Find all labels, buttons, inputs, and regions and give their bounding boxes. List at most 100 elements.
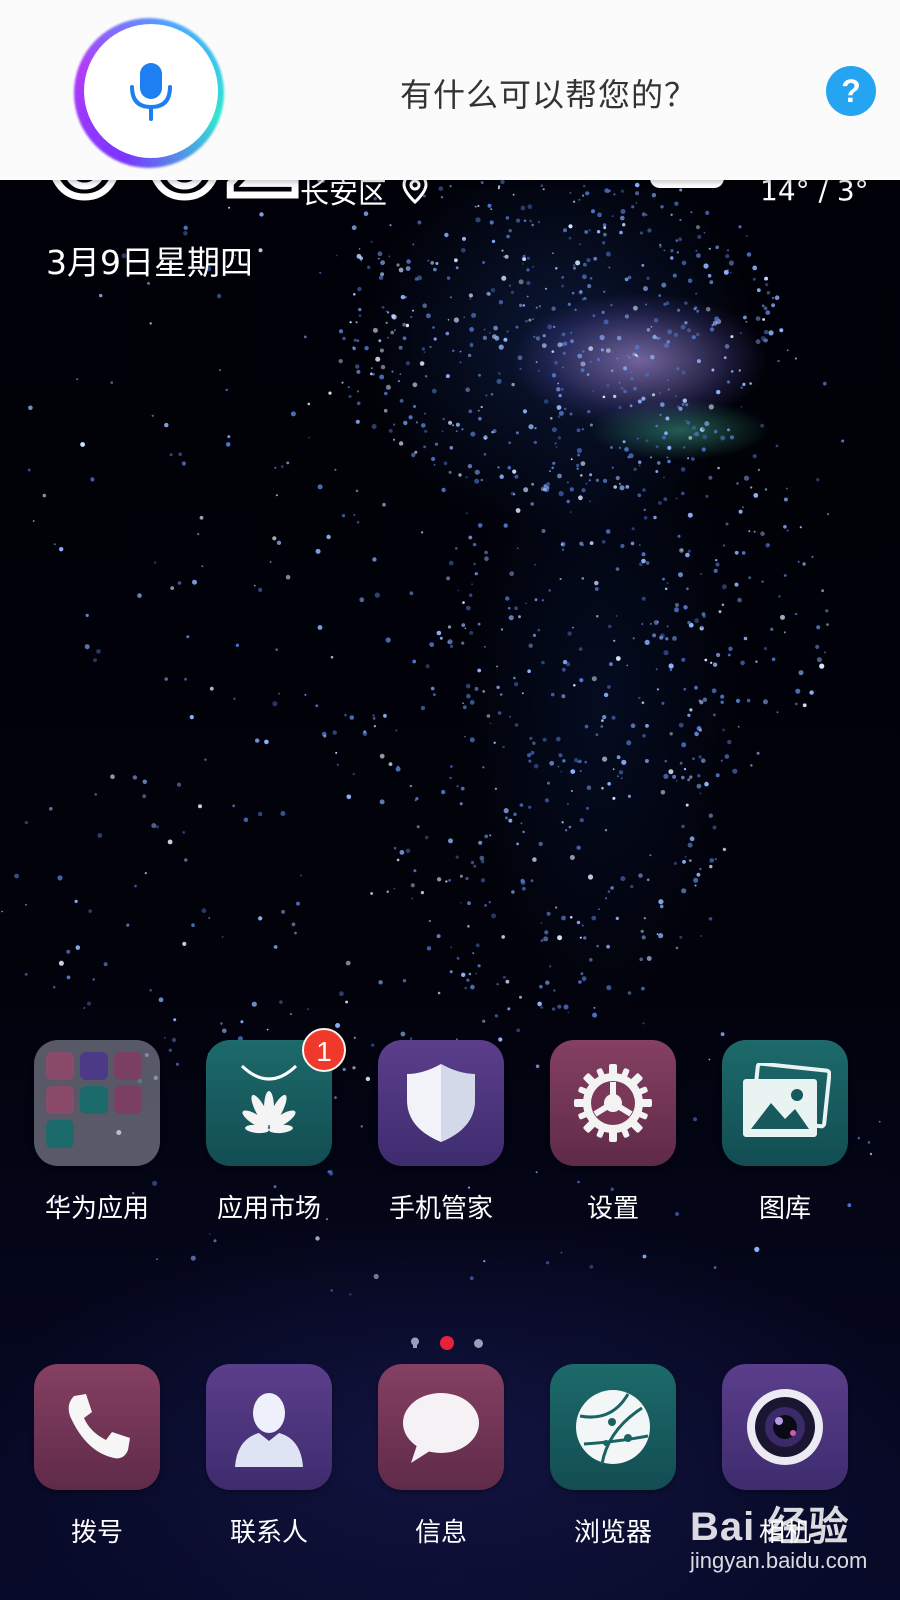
wallpaper-star xyxy=(610,304,613,307)
wallpaper-star xyxy=(573,684,576,687)
wallpaper-star xyxy=(449,970,453,974)
wallpaper-star xyxy=(509,715,511,718)
wallpaper-star xyxy=(652,633,657,638)
wallpaper-star xyxy=(447,639,453,645)
wallpaper-star xyxy=(680,467,686,472)
wallpaper-star xyxy=(573,264,576,267)
wallpaper-star xyxy=(49,807,53,811)
wallpaper-star xyxy=(499,693,503,696)
wallpaper-star xyxy=(563,228,567,233)
wallpaper-star xyxy=(601,786,604,790)
help-button[interactable]: ? xyxy=(826,66,876,116)
wallpaper-star xyxy=(667,445,672,450)
wallpaper-star xyxy=(93,658,97,662)
wallpaper-star xyxy=(679,218,682,222)
wallpaper-star xyxy=(355,364,360,369)
wallpaper-star xyxy=(823,651,826,654)
wallpaper-star xyxy=(641,552,646,557)
wallpaper-star xyxy=(526,256,531,260)
dock-browser[interactable]: 浏览器 xyxy=(550,1364,676,1549)
dock-messages[interactable]: 信息 xyxy=(378,1364,504,1549)
wallpaper-star xyxy=(465,683,471,689)
wallpaper-star xyxy=(508,441,511,445)
wallpaper-star xyxy=(690,211,693,214)
wallpaper-star xyxy=(738,509,743,514)
wallpaper-star xyxy=(615,567,620,571)
wallpaper-star xyxy=(275,648,278,651)
app-phone-manager[interactable]: 手机管家 xyxy=(378,1040,504,1225)
wallpaper-star xyxy=(604,188,610,194)
wallpaper-star xyxy=(182,941,187,947)
wallpaper-star xyxy=(537,628,541,632)
wallpaper-star xyxy=(709,327,715,332)
wallpaper-star xyxy=(720,759,723,762)
wallpaper-star xyxy=(563,407,567,411)
wallpaper-star xyxy=(403,420,408,426)
wallpaper-star xyxy=(526,268,530,272)
wallpaper-star xyxy=(620,209,626,214)
wallpaper-star xyxy=(666,456,669,459)
wallpaper-star xyxy=(460,786,465,791)
app-settings[interactable]: 设置 xyxy=(550,1040,676,1225)
wallpaper-star xyxy=(449,296,452,299)
wallpaper-star xyxy=(687,713,691,717)
wallpaper-star xyxy=(748,530,751,533)
wallpaper-star xyxy=(638,696,641,700)
wallpaper-star xyxy=(736,482,739,485)
wallpaper-star xyxy=(335,254,338,257)
wallpaper-star xyxy=(471,583,474,586)
wallpaper-star xyxy=(426,946,432,951)
wallpaper-star xyxy=(587,410,591,414)
wallpaper-star xyxy=(474,686,479,691)
app-huawei-apps-folder[interactable]: 华为应用 xyxy=(34,1040,160,1225)
wallpaper-star xyxy=(656,621,659,623)
wallpaper-star xyxy=(296,901,300,906)
wallpaper-star xyxy=(545,287,547,290)
wallpaper-star xyxy=(619,230,623,235)
wallpaper-star xyxy=(534,598,538,602)
wallpaper-star xyxy=(704,421,710,427)
wallpaper-star xyxy=(553,325,556,328)
wallpaper-star xyxy=(514,723,519,727)
wallpaper-star xyxy=(673,861,677,865)
wallpaper-star xyxy=(317,484,323,490)
wallpaper-star xyxy=(500,179,505,184)
app-appgallery[interactable]: 1 应用市场 xyxy=(206,1028,346,1225)
wallpaper-star xyxy=(713,1266,717,1269)
wallpaper-star xyxy=(682,398,687,403)
wallpaper-star xyxy=(659,904,664,909)
wallpaper-star xyxy=(608,189,612,192)
huawei-appgallery-icon: 1 xyxy=(206,1028,346,1166)
wallpaper-star xyxy=(566,481,569,484)
wallpaper-star xyxy=(399,399,404,403)
wallpaper-star xyxy=(519,303,523,308)
wallpaper-star xyxy=(541,343,547,348)
wallpaper-star xyxy=(304,693,307,697)
wallpaper-star xyxy=(276,540,282,545)
wallpaper-star xyxy=(730,370,734,373)
wallpaper-star xyxy=(370,892,373,895)
wallpaper-star xyxy=(1,910,3,913)
wallpaper-star xyxy=(190,1255,196,1261)
wallpaper-star xyxy=(776,711,779,714)
wallpaper-star xyxy=(358,314,362,317)
wallpaper-star xyxy=(156,1258,159,1261)
wallpaper-star xyxy=(610,446,613,449)
wallpaper-star xyxy=(502,975,506,979)
app-gallery[interactable]: 图库 xyxy=(722,1040,848,1225)
wallpaper-star xyxy=(577,353,583,359)
wallpaper-star xyxy=(243,817,249,823)
wallpaper-star xyxy=(449,644,454,649)
wallpaper-star xyxy=(507,606,511,610)
wallpaper-star xyxy=(811,555,814,558)
wallpaper-star xyxy=(551,306,556,311)
wallpaper-star xyxy=(52,985,56,989)
dock-phone[interactable]: 拨号 xyxy=(34,1364,160,1549)
mic-button[interactable] xyxy=(84,24,218,158)
wallpaper-star xyxy=(520,880,526,885)
dock-contacts[interactable]: 联系人 xyxy=(206,1364,332,1549)
wallpaper-star xyxy=(182,831,185,834)
wallpaper-star xyxy=(686,587,689,591)
wallpaper-star xyxy=(385,384,391,390)
page-indicator[interactable] xyxy=(410,1336,483,1350)
